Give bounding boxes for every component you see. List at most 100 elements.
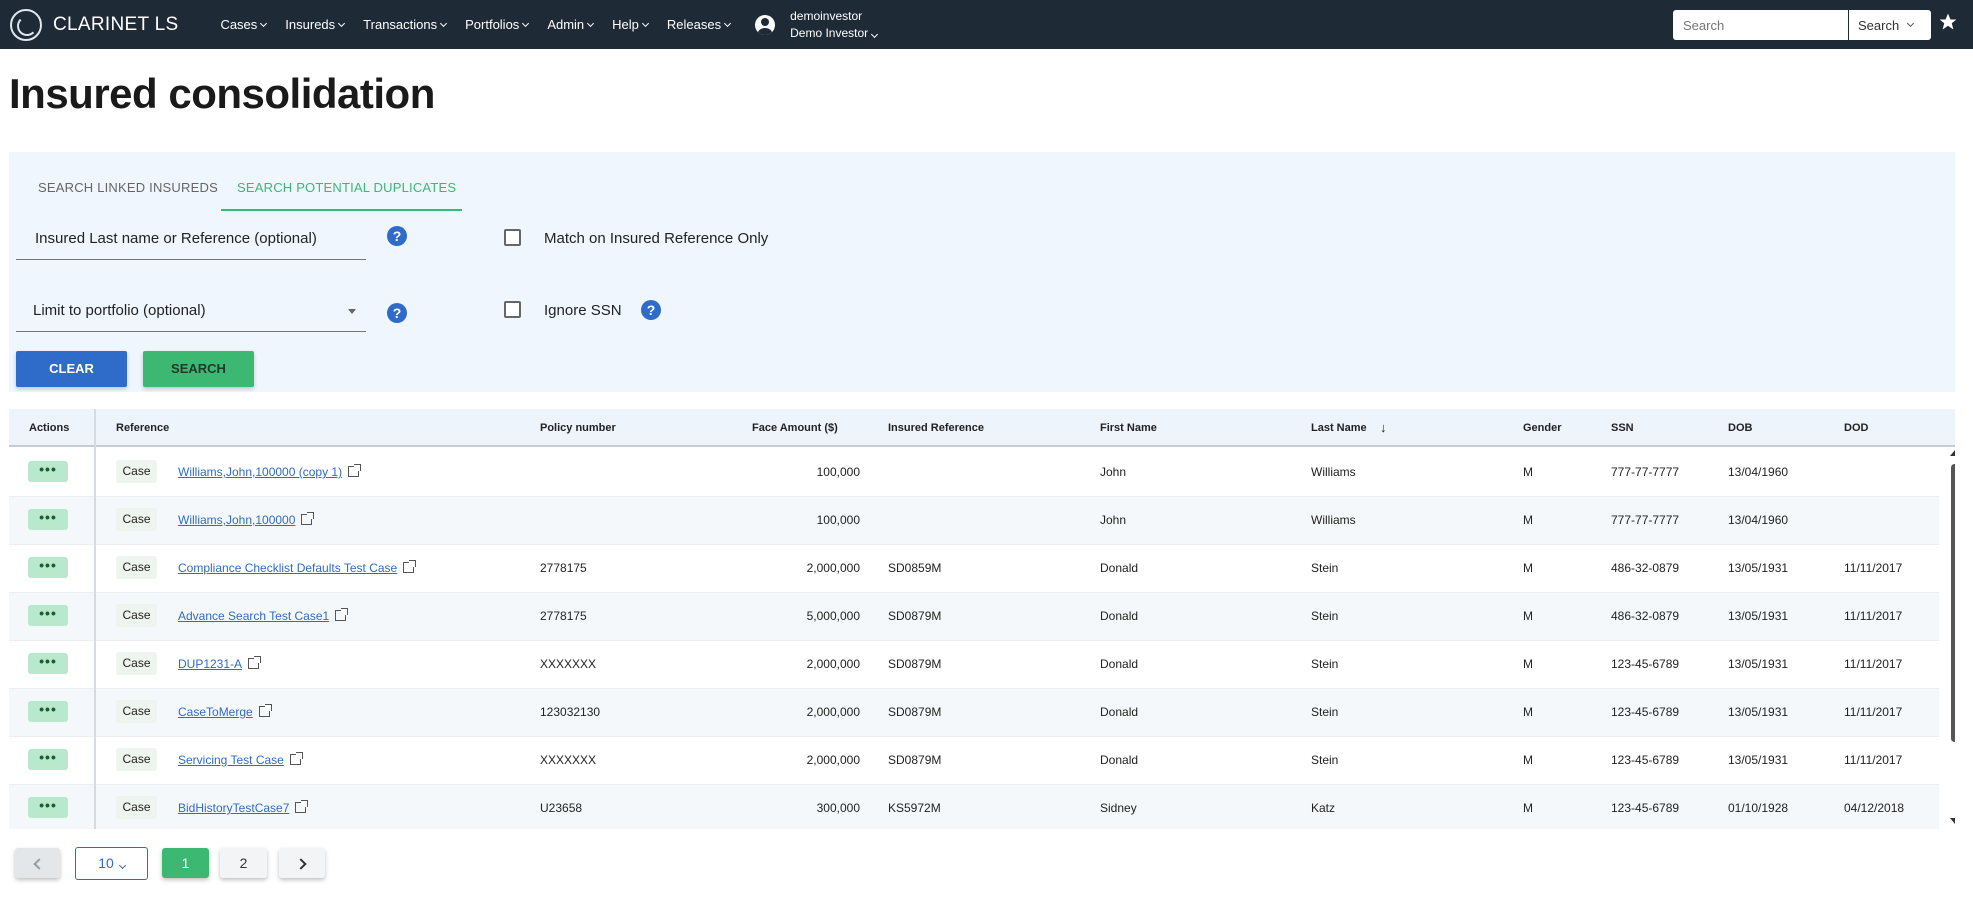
nav-releases[interactable]: Releases [667,17,732,32]
cell-ssn: 123-45-6789 [1611,753,1680,767]
cell-policy-number: 123032130 [540,705,601,719]
row-actions-button[interactable]: ••• [28,749,68,770]
cell-face-amount: 300,000 [816,801,860,815]
col-ssn[interactable]: SSN [1611,422,1634,434]
tab-search-linked-insureds[interactable]: SEARCH LINKED INSUREDS [38,180,218,195]
row-actions-button[interactable]: ••• [28,653,68,674]
cell-last-name: Stein [1311,657,1339,671]
cell-ssn: 486-32-0879 [1611,561,1680,575]
cell-last-name: Stein [1311,561,1339,575]
nav-insureds-label: Insureds [285,17,336,32]
cell-gender: M [1523,705,1533,719]
clear-button[interactable]: CLEAR [16,351,127,387]
cell-face-amount: 2,000,000 [806,753,860,767]
reference-link[interactable]: Servicing Test Case [178,752,303,767]
tab-search-potential-duplicates[interactable]: SEARCH POTENTIAL DUPLICATES [237,180,456,195]
page-2-button[interactable]: 2 [220,848,267,878]
external-link-icon[interactable] [289,752,303,765]
search-button[interactable]: SEARCH [143,351,254,387]
search-panel: SEARCH LINKED INSUREDS SEARCH POTENTIAL … [9,152,1955,392]
reference-link-text: CaseToMerge [178,705,253,719]
cell-ssn: 123-45-6789 [1611,801,1680,815]
arrow-down-icon[interactable]: ↓ [1380,420,1387,435]
scroll-down-arrow-icon[interactable] [1950,818,1955,824]
cell-ssn: 123-45-6789 [1611,705,1680,719]
scroll-up-arrow-icon[interactable] [1950,450,1955,456]
row-actions-button[interactable]: ••• [28,509,68,530]
col-face-amount[interactable]: Face Amount ($) [752,422,838,434]
col-first-name[interactable]: First Name [1100,422,1157,434]
previous-page-button[interactable] [15,848,60,878]
type-badge: Case [116,460,157,483]
col-last-name[interactable]: Last Name [1311,422,1367,434]
reference-link[interactable]: Compliance Checklist Defaults Test Case [178,560,417,575]
ignore-ssn-checkbox[interactable] [504,301,521,318]
cell-first-name: Donald [1100,753,1139,767]
page-1-button[interactable]: 1 [162,848,209,878]
reference-link[interactable]: Williams,John,100000 [178,512,315,527]
nav-portfolios[interactable]: Portfolios [465,17,530,32]
cell-dob: 13/04/1960 [1728,513,1789,527]
nav-admin[interactable]: Admin [547,17,595,32]
table-scrollbar-thumb[interactable] [1951,464,1955,742]
col-reference[interactable]: Reference [116,422,169,434]
clarinet-logo-icon [10,8,42,41]
page-size-select[interactable]: 10 [75,847,148,880]
global-search-input[interactable] [1673,10,1848,40]
help-circle-icon[interactable]: ? [387,226,407,246]
row-actions-button[interactable]: ••• [28,557,68,578]
cell-ssn: 123-45-6789 [1611,657,1680,671]
external-link-icon[interactable] [348,464,362,477]
portfolio-select[interactable]: Limit to portfolio (optional) [16,290,366,332]
external-link-icon[interactable] [335,608,349,621]
type-badge: Case [116,748,157,771]
cell-last-name: Williams [1311,513,1356,527]
type-badge: Case [116,700,157,723]
page-title: Insured consolidation [9,70,435,117]
nav-cases[interactable]: Cases [220,17,268,32]
reference-link[interactable]: Advance Search Test Case1 [178,608,349,623]
reference-link[interactable]: Williams,John,100000 (copy 1) [178,464,362,479]
nav-help[interactable]: Help [612,17,649,32]
help-circle-icon[interactable]: ? [641,300,661,320]
star-icon-svg [1939,13,1957,30]
row-actions-button[interactable]: ••• [28,797,68,818]
chevron-down-icon [1907,19,1915,28]
row-actions-button[interactable]: ••• [28,701,68,722]
chevron-down-icon [724,19,732,27]
nav-insureds[interactable]: Insureds [285,17,346,32]
external-link-icon[interactable] [248,656,262,669]
cell-face-amount: 100,000 [816,513,860,527]
row-actions-button[interactable]: ••• [28,461,68,482]
external-link-icon[interactable] [301,512,315,525]
brand-logo[interactable]: CLARINET LS [10,8,178,41]
col-gender[interactable]: Gender [1523,422,1562,434]
nav-transactions-label: Transactions [363,17,438,32]
col-dob[interactable]: DOB [1728,422,1752,434]
last-name-reference-input[interactable]: Insured Last name or Reference (optional… [16,218,366,260]
external-link-icon[interactable] [258,704,272,717]
nav-transactions[interactable]: Transactions [363,17,448,32]
user-menu[interactable]: demoinvestor Demo Investor [755,8,879,42]
col-insured-reference[interactable]: Insured Reference [888,422,984,434]
cell-first-name: John [1100,465,1127,479]
match-reference-checkbox[interactable] [504,229,521,246]
external-link-icon[interactable] [403,560,417,573]
col-policy-number[interactable]: Policy number [540,422,616,434]
actions-column-divider [94,409,96,829]
external-link-icon[interactable] [295,800,309,813]
reference-link-text: Servicing Test Case [178,753,284,767]
reference-link[interactable]: CaseToMerge [178,704,272,719]
reference-link[interactable]: DUP1231-A [178,656,262,671]
nav-help-label: Help [612,17,639,32]
row-actions-button[interactable]: ••• [28,605,68,626]
global-search-button[interactable]: Search [1849,10,1931,40]
nav-admin-label: Admin [547,17,585,32]
reference-link[interactable]: BidHistoryTestCase7 [178,800,309,815]
next-page-button[interactable] [279,848,325,878]
ignore-ssn-label: Ignore SSN [544,302,622,319]
col-dod[interactable]: DOD [1844,422,1868,434]
cell-dod: 11/11/2017 [1844,705,1903,719]
help-circle-icon[interactable]: ? [387,303,407,323]
star-icon[interactable] [1938,12,1960,34]
